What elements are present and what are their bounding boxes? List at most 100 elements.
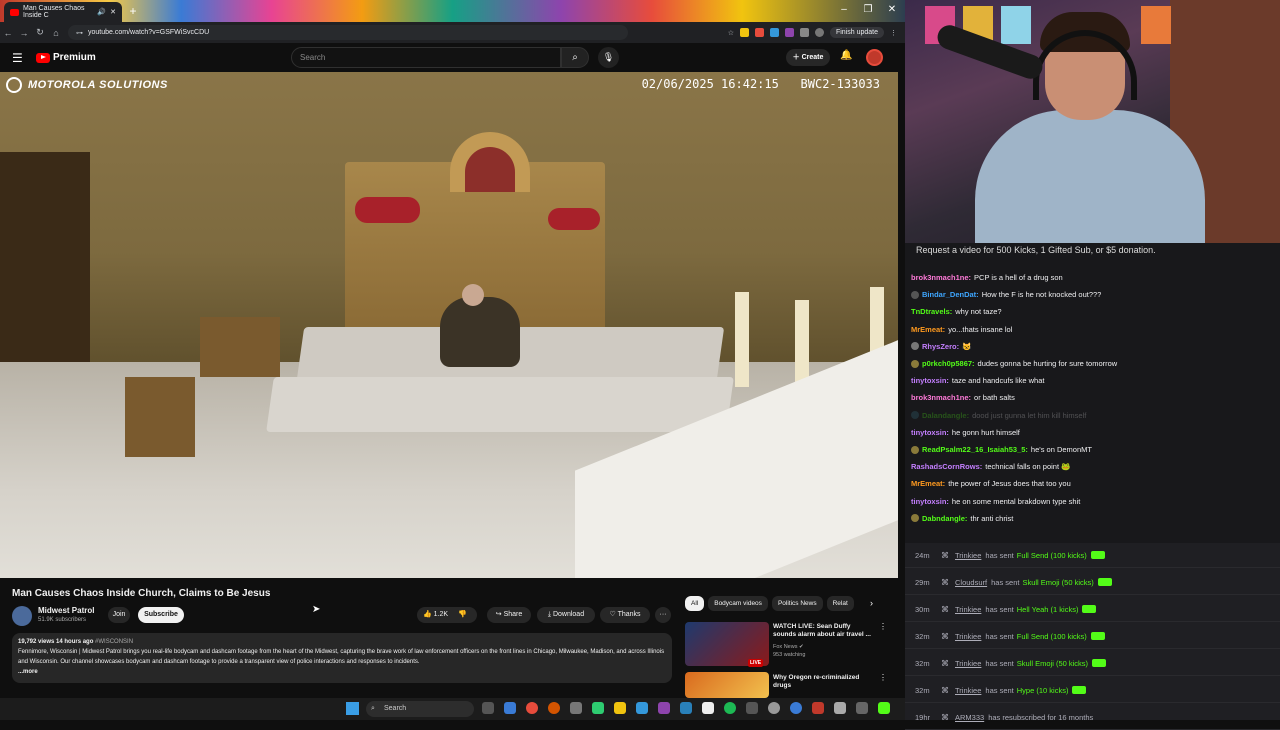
chat-username[interactable]: Dabndangle:	[922, 514, 967, 523]
app-icon[interactable]	[702, 702, 714, 714]
event-user[interactable]: Trinkiee	[955, 686, 981, 695]
like-count[interactable]: 1.2K	[434, 611, 448, 618]
chip-related[interactable]: Relat	[826, 596, 854, 611]
new-tab-button[interactable]: +	[126, 4, 140, 18]
tab-close-icon[interactable]: ✕	[110, 8, 116, 16]
notifications-bell-icon[interactable]: 🔔	[840, 50, 852, 61]
chip-bodycam[interactable]: Bodycam videos	[708, 596, 768, 611]
event-user[interactable]: Cloudsurf	[955, 578, 987, 587]
chat-username[interactable]: tinytoxsin:	[911, 376, 949, 385]
finish-update-button[interactable]: Finish update	[829, 27, 884, 38]
app-icon[interactable]	[636, 702, 648, 714]
related-title[interactable]: Why Oregon re-criminalized drugs	[773, 674, 873, 690]
reload-icon[interactable]: ↻	[32, 27, 48, 38]
chip-politics[interactable]: Politics News	[771, 596, 823, 611]
related-title[interactable]: WATCH LIVE: Sean Duffy sounds alarm abou…	[773, 623, 873, 639]
hamburger-menu-icon[interactable]: ☰	[12, 51, 26, 65]
app-icon[interactable]	[592, 702, 604, 714]
dislike-icon[interactable]: 👎	[458, 611, 467, 618]
extension-icon[interactable]	[739, 28, 749, 37]
event-row: 29m ⌘ Cloudsurf has sent Skull Emoji (50 kic…	[905, 570, 1280, 595]
chat-username[interactable]: Dalandangle:	[922, 411, 969, 420]
app-icon[interactable]	[768, 702, 780, 714]
app-icon[interactable]	[548, 702, 560, 714]
more-actions-button[interactable]: ···	[655, 607, 671, 623]
profile-icon[interactable]	[814, 28, 824, 37]
kick-icon[interactable]	[878, 702, 890, 714]
event-user[interactable]: Trinkiee	[955, 659, 981, 668]
event-user[interactable]: Trinkiee	[955, 551, 981, 560]
bookmark-star-icon[interactable]: ☆	[728, 29, 734, 37]
app-icon[interactable]	[570, 702, 582, 714]
video-player[interactable]: MOTOROLA SOLUTIONS 02/06/2025 16:42:15 B…	[0, 72, 898, 578]
app-icon[interactable]	[658, 702, 670, 714]
app-icon[interactable]	[790, 702, 802, 714]
chat-username[interactable]: RhysZero:	[922, 342, 959, 351]
join-button[interactable]: Join	[108, 607, 130, 623]
minimize-button[interactable]: –	[832, 0, 856, 22]
back-icon[interactable]: ←	[0, 28, 16, 38]
extension-icon[interactable]	[754, 28, 764, 37]
chat-username[interactable]: TnDtravels:	[911, 307, 952, 316]
chat-username[interactable]: MrEmeat:	[911, 325, 945, 334]
chrome-icon[interactable]	[526, 702, 538, 714]
related-menu-icon[interactable]: ⋮	[879, 673, 887, 682]
chat-username[interactable]: RashadsCornRows:	[911, 462, 982, 471]
app-icon[interactable]	[504, 702, 516, 714]
event-user[interactable]: ARM333	[955, 713, 984, 722]
chat-username[interactable]: brok3nmach1ne:	[911, 273, 971, 282]
app-icon[interactable]	[680, 702, 692, 714]
maximize-button[interactable]: ❐	[856, 0, 880, 22]
thanks-button[interactable]: ♡ Thanks	[600, 607, 650, 623]
chat-username[interactable]: p0rkch0p5867:	[922, 359, 975, 368]
spotify-icon[interactable]	[724, 702, 736, 714]
windows-start-icon[interactable]	[346, 702, 359, 715]
search-icon[interactable]: ⌕	[561, 47, 589, 68]
channel-name[interactable]: Midwest Patrol	[38, 606, 94, 615]
site-info-icon[interactable]: ⊶	[76, 29, 83, 37]
event-user[interactable]: Trinkiee	[955, 632, 981, 641]
youtube-logo[interactable]: Premium	[36, 52, 96, 63]
event-user[interactable]: Trinkiee	[955, 605, 981, 614]
account-avatar[interactable]	[866, 49, 883, 66]
chip-all[interactable]: All	[685, 596, 705, 611]
folder-icon[interactable]	[614, 702, 626, 714]
close-window-button[interactable]: ✕	[880, 0, 904, 22]
create-button[interactable]: ＋ Create	[786, 49, 830, 66]
extension-icon[interactable]	[784, 28, 794, 37]
chat-username[interactable]: Bindar_DenDat:	[922, 290, 979, 299]
url-field[interactable]: ⊶ youtube.com/watch?v=GSFWiSvcCDU	[68, 25, 628, 40]
app-icon[interactable]	[856, 702, 868, 714]
forward-icon[interactable]: →	[16, 28, 32, 38]
description-more-link[interactable]: ...more	[18, 667, 666, 677]
related-channel[interactable]: Fox News ✔	[773, 644, 804, 651]
task-view-icon[interactable]	[482, 702, 494, 714]
chat-message: RashadsCornRows: technical falls on point…	[911, 462, 1070, 471]
app-icon[interactable]	[834, 702, 846, 714]
related-menu-icon[interactable]: ⋮	[879, 622, 887, 631]
browser-tab[interactable]: Man Causes Chaos Inside C 🔊 ✕	[4, 2, 122, 22]
chat-username[interactable]: tinytoxsin:	[911, 428, 949, 437]
related-thumbnail[interactable]	[685, 672, 769, 698]
download-button[interactable]: ⤓ Download	[537, 607, 595, 623]
share-button[interactable]: ↪ Share	[487, 607, 531, 623]
app-icon[interactable]	[746, 702, 758, 714]
taskbar-search[interactable]: ⌕ Search	[366, 701, 474, 717]
subscribe-button[interactable]: Subscribe	[138, 607, 184, 623]
home-icon[interactable]: ⌂	[48, 28, 64, 38]
chat-username[interactable]: MrEmeat:	[911, 479, 945, 488]
extension-icon[interactable]	[799, 28, 809, 37]
chat-username[interactable]: ReadPsalm22_16_Isaiah53_5:	[922, 445, 1028, 454]
chevron-right-icon[interactable]: ›	[870, 598, 873, 608]
description-hashtag[interactable]: #WISCONSIN	[95, 639, 133, 645]
chat-username[interactable]: brok3nmach1ne:	[911, 393, 971, 402]
extension-icon[interactable]	[769, 28, 779, 37]
youtube-search-input[interactable]: Search	[291, 47, 561, 68]
app-icon[interactable]	[812, 702, 824, 714]
video-description[interactable]: 19,792 views 14 hours ago #WISCONSIN Fen…	[12, 633, 672, 683]
channel-avatar[interactable]	[12, 606, 32, 626]
like-icon[interactable]: 👍	[423, 611, 432, 618]
microphone-icon[interactable]: 🎙	[598, 47, 619, 68]
browser-menu-icon[interactable]: ⋮	[890, 29, 897, 37]
chat-username[interactable]: tinytoxsin:	[911, 497, 949, 506]
